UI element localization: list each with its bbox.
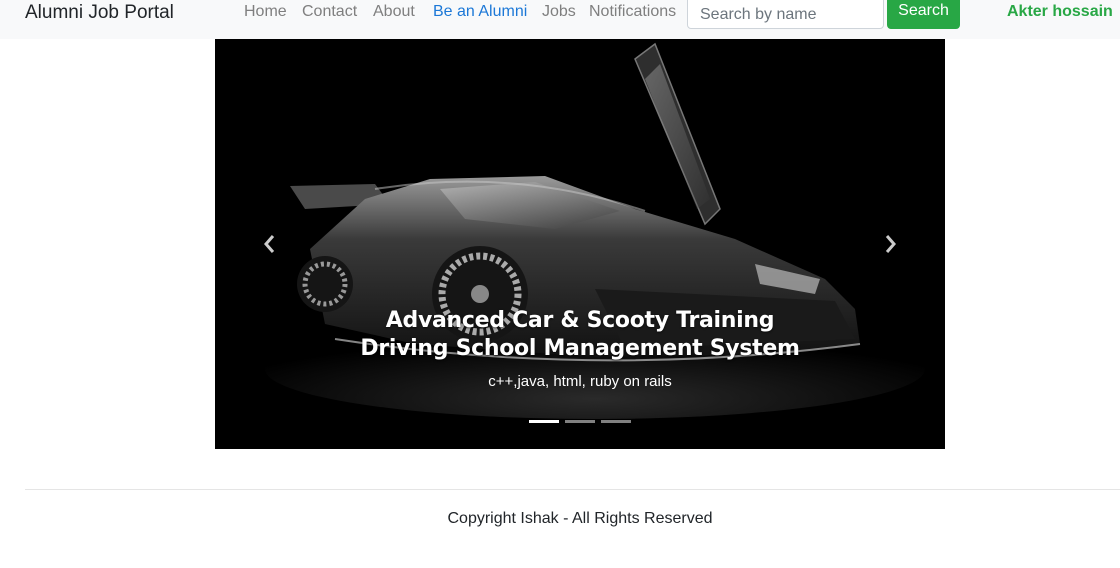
image-carousel: Advanced Car & Scooty Training Driving S… (215, 39, 945, 449)
chevron-left-icon (264, 235, 275, 253)
carousel-indicators (529, 420, 631, 424)
chevron-right-icon (885, 235, 896, 253)
search-input[interactable] (687, 0, 884, 29)
carousel-caption: Advanced Car & Scooty Training Driving S… (345, 307, 815, 392)
search-button[interactable]: Search (887, 0, 960, 29)
carousel-indicator-2[interactable] (565, 420, 595, 423)
caption-text: c++,java, html, ruby on rails (488, 373, 672, 390)
nav-link-jobs[interactable]: Jobs (542, 2, 576, 22)
carousel-indicator-1[interactable] (529, 420, 559, 423)
user-menu-dropdown[interactable]: Akter hossain (1007, 2, 1120, 22)
caption-title: Advanced Car & Scooty Training Driving S… (360, 308, 800, 361)
top-navbar: Alumni Job Portal Home Contact About Be … (0, 0, 1120, 39)
nav-link-contact[interactable]: Contact (302, 2, 357, 22)
carousel-next-control[interactable] (870, 219, 910, 269)
carousel-indicator-3[interactable] (601, 420, 631, 423)
nav-link-notifications[interactable]: Notifications (589, 2, 676, 22)
nav-link-about[interactable]: About (373, 2, 415, 22)
carousel-prev-control[interactable] (250, 219, 290, 269)
nav-link-be-an-alumni[interactable]: Be an Alumni (433, 2, 527, 22)
nav-link-home[interactable]: Home (244, 2, 287, 22)
user-name: Akter hossain (1007, 3, 1113, 20)
footer-divider (25, 489, 1120, 490)
footer-copyright: Copyright Ishak - All Rights Reserved (447, 510, 713, 527)
brand-link[interactable]: Alumni Job Portal (25, 1, 174, 25)
